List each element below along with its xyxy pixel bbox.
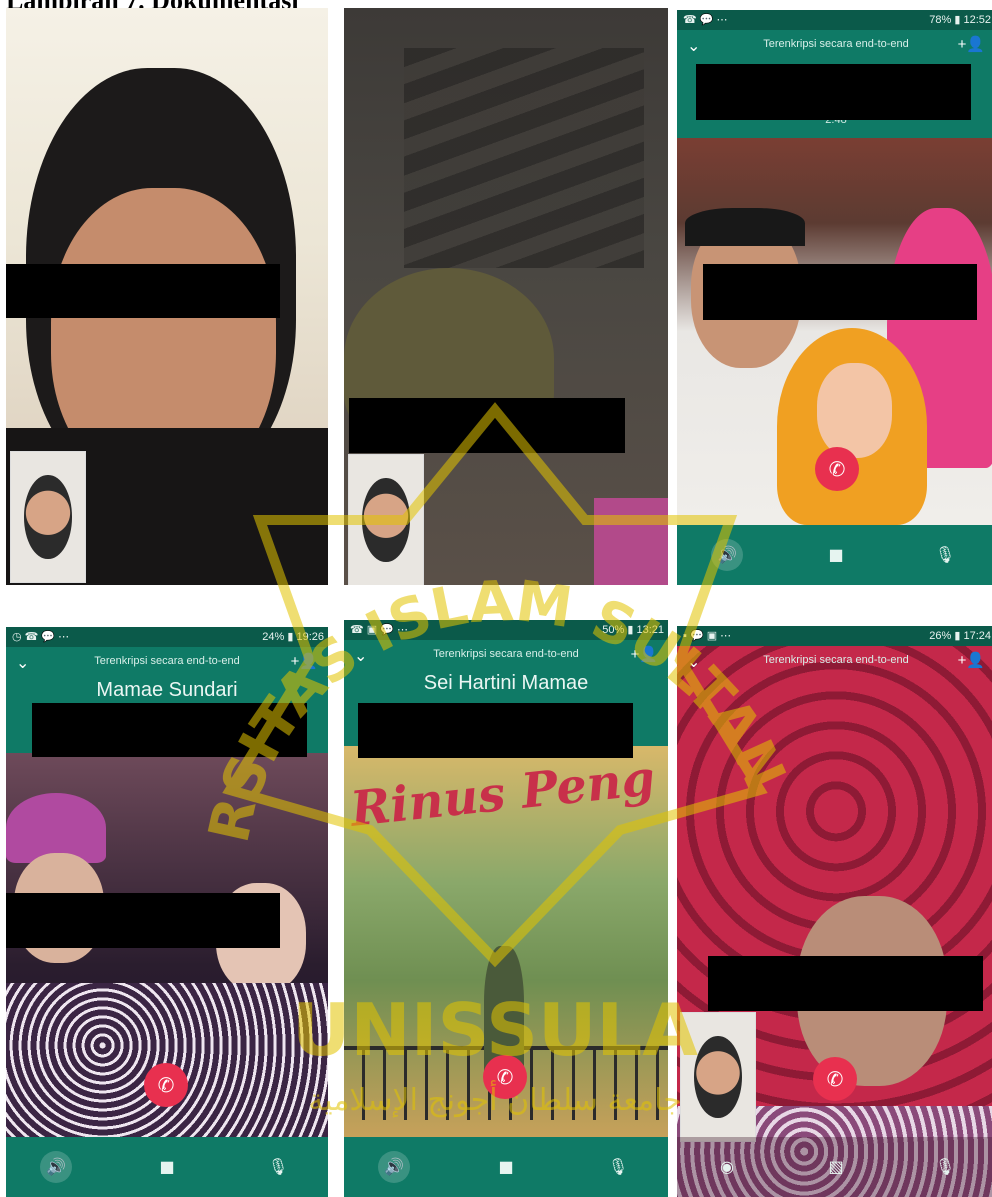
self-view-thumbnail xyxy=(348,454,424,585)
add-participant-icon[interactable]: +👤 xyxy=(631,645,658,663)
end-call-button[interactable]: ✆ xyxy=(483,1055,527,1099)
man-cap xyxy=(685,208,805,246)
add-participant-icon[interactable]: +👤 xyxy=(291,652,318,670)
photo-4-whatsapp-call: ◷ ☎ 💬 ⋯ 24% ▮ 19:26 ⌄ Terenkripsi secara… xyxy=(6,627,328,1197)
photo-5-whatsapp-call: ☎ ▣ 💬 ⋯ 50% ▮ 13:21 ⌄ Terenkripsi secara… xyxy=(344,620,668,1197)
end-call-button[interactable]: ✆ xyxy=(815,447,859,491)
call-controls: ◉ ▧ 🎙 xyxy=(677,1137,992,1197)
redaction-bar-top xyxy=(696,64,971,120)
status-icons: ☎ ▣ 💬 ⋯ xyxy=(350,624,408,636)
status-time: 26% ▮ 17:24 xyxy=(929,630,991,642)
redaction-bar xyxy=(349,398,625,453)
costume-pattern xyxy=(6,983,328,1139)
status-icons: ☎ 💬 ⋯ xyxy=(683,14,728,26)
status-time: 78% ▮ 12:52 xyxy=(929,14,991,26)
mic-muted-icon[interactable]: 🎙 xyxy=(262,1151,294,1183)
caller-name: Sei Hartini Mamae xyxy=(423,672,589,694)
speaker-icon[interactable]: 🔊 xyxy=(40,1151,72,1183)
speaker-icon[interactable]: 🔊 xyxy=(378,1151,410,1183)
status-bar: ☎ 💬 ⋯ 78% ▮ 12:52 xyxy=(677,10,992,30)
encryption-label: Terenkripsi secara end-to-end xyxy=(763,38,909,50)
call-controls: 🔊 ■ 🎙 xyxy=(344,1137,668,1197)
photo-2 xyxy=(344,8,668,585)
status-time: 24% ▮ 19:26 xyxy=(262,631,324,643)
caller-name: Mamae Sundari xyxy=(96,679,238,701)
speaker-icon[interactable]: 🔊 xyxy=(711,539,743,571)
encryption-label: Terenkripsi secara end-to-end xyxy=(763,654,909,666)
add-participant-icon[interactable]: +👤 xyxy=(958,651,985,669)
video-camera-icon[interactable]: ■ xyxy=(151,1151,183,1183)
self-view-thumbnail xyxy=(680,1012,756,1142)
end-call-button[interactable]: ✆ xyxy=(144,1063,188,1107)
encryption-label: Terenkripsi secara end-to-end xyxy=(433,648,579,660)
photo-6-whatsapp-call: ▪ 💬 ▣ ⋯ 26% ▮ 17:24 ⌄ Terenkripsi secara… xyxy=(677,626,992,1197)
mic-muted-icon[interactable]: 🎙 xyxy=(929,1151,961,1183)
encryption-label: Terenkripsi secara end-to-end xyxy=(94,655,240,667)
call-controls: 🔊 ■ 🎙 xyxy=(677,525,992,585)
status-icons: ◷ ☎ 💬 ⋯ xyxy=(12,631,70,643)
status-bar: ☎ ▣ 💬 ⋯ 50% ▮ 13:21 xyxy=(344,620,668,640)
redaction-bar-top xyxy=(358,703,633,758)
add-participant-icon[interactable]: +👤 xyxy=(958,35,985,53)
mic-muted-icon[interactable]: 🎙 xyxy=(929,539,961,571)
redaction-bar-top xyxy=(32,703,307,757)
mic-muted-icon[interactable]: 🎙 xyxy=(602,1151,634,1183)
status-icons: ▪ 💬 ▣ ⋯ xyxy=(683,630,732,642)
status-bar: ◷ ☎ 💬 ⋯ 24% ▮ 19:26 xyxy=(6,627,328,647)
self-view-thumbnail xyxy=(10,451,86,583)
video-camera-icon[interactable]: ■ xyxy=(820,539,852,571)
call-header: ⌄ Terenkripsi secara end-to-end +👤 xyxy=(677,646,992,686)
photo-3-whatsapp-call: ☎ 💬 ⋯ 78% ▮ 12:52 ⌄ Terenkripsi secara e… xyxy=(677,10,992,585)
video-camera-icon[interactable]: ■ xyxy=(490,1151,522,1183)
status-bar: ▪ 💬 ▣ ⋯ 26% ▮ 17:24 xyxy=(677,626,992,646)
call-controls: 🔊 ■ 🎙 xyxy=(6,1137,328,1197)
redaction-bar xyxy=(703,264,977,320)
child-face xyxy=(817,363,892,458)
redaction-bar xyxy=(708,956,983,1011)
ceiling-beams xyxy=(404,48,644,268)
status-time: 50% ▮ 13:21 xyxy=(602,624,664,636)
redaction-bar xyxy=(6,893,280,948)
video-off-icon[interactable]: ▧ xyxy=(820,1151,852,1183)
pink-cloth xyxy=(594,498,668,585)
end-call-button[interactable]: ✆ xyxy=(813,1057,857,1101)
photo-1 xyxy=(6,8,328,585)
sign-text: Rinus Peng xyxy=(347,750,658,838)
camera-switch-icon[interactable]: ◉ xyxy=(711,1151,743,1183)
redaction-bar xyxy=(6,264,280,318)
